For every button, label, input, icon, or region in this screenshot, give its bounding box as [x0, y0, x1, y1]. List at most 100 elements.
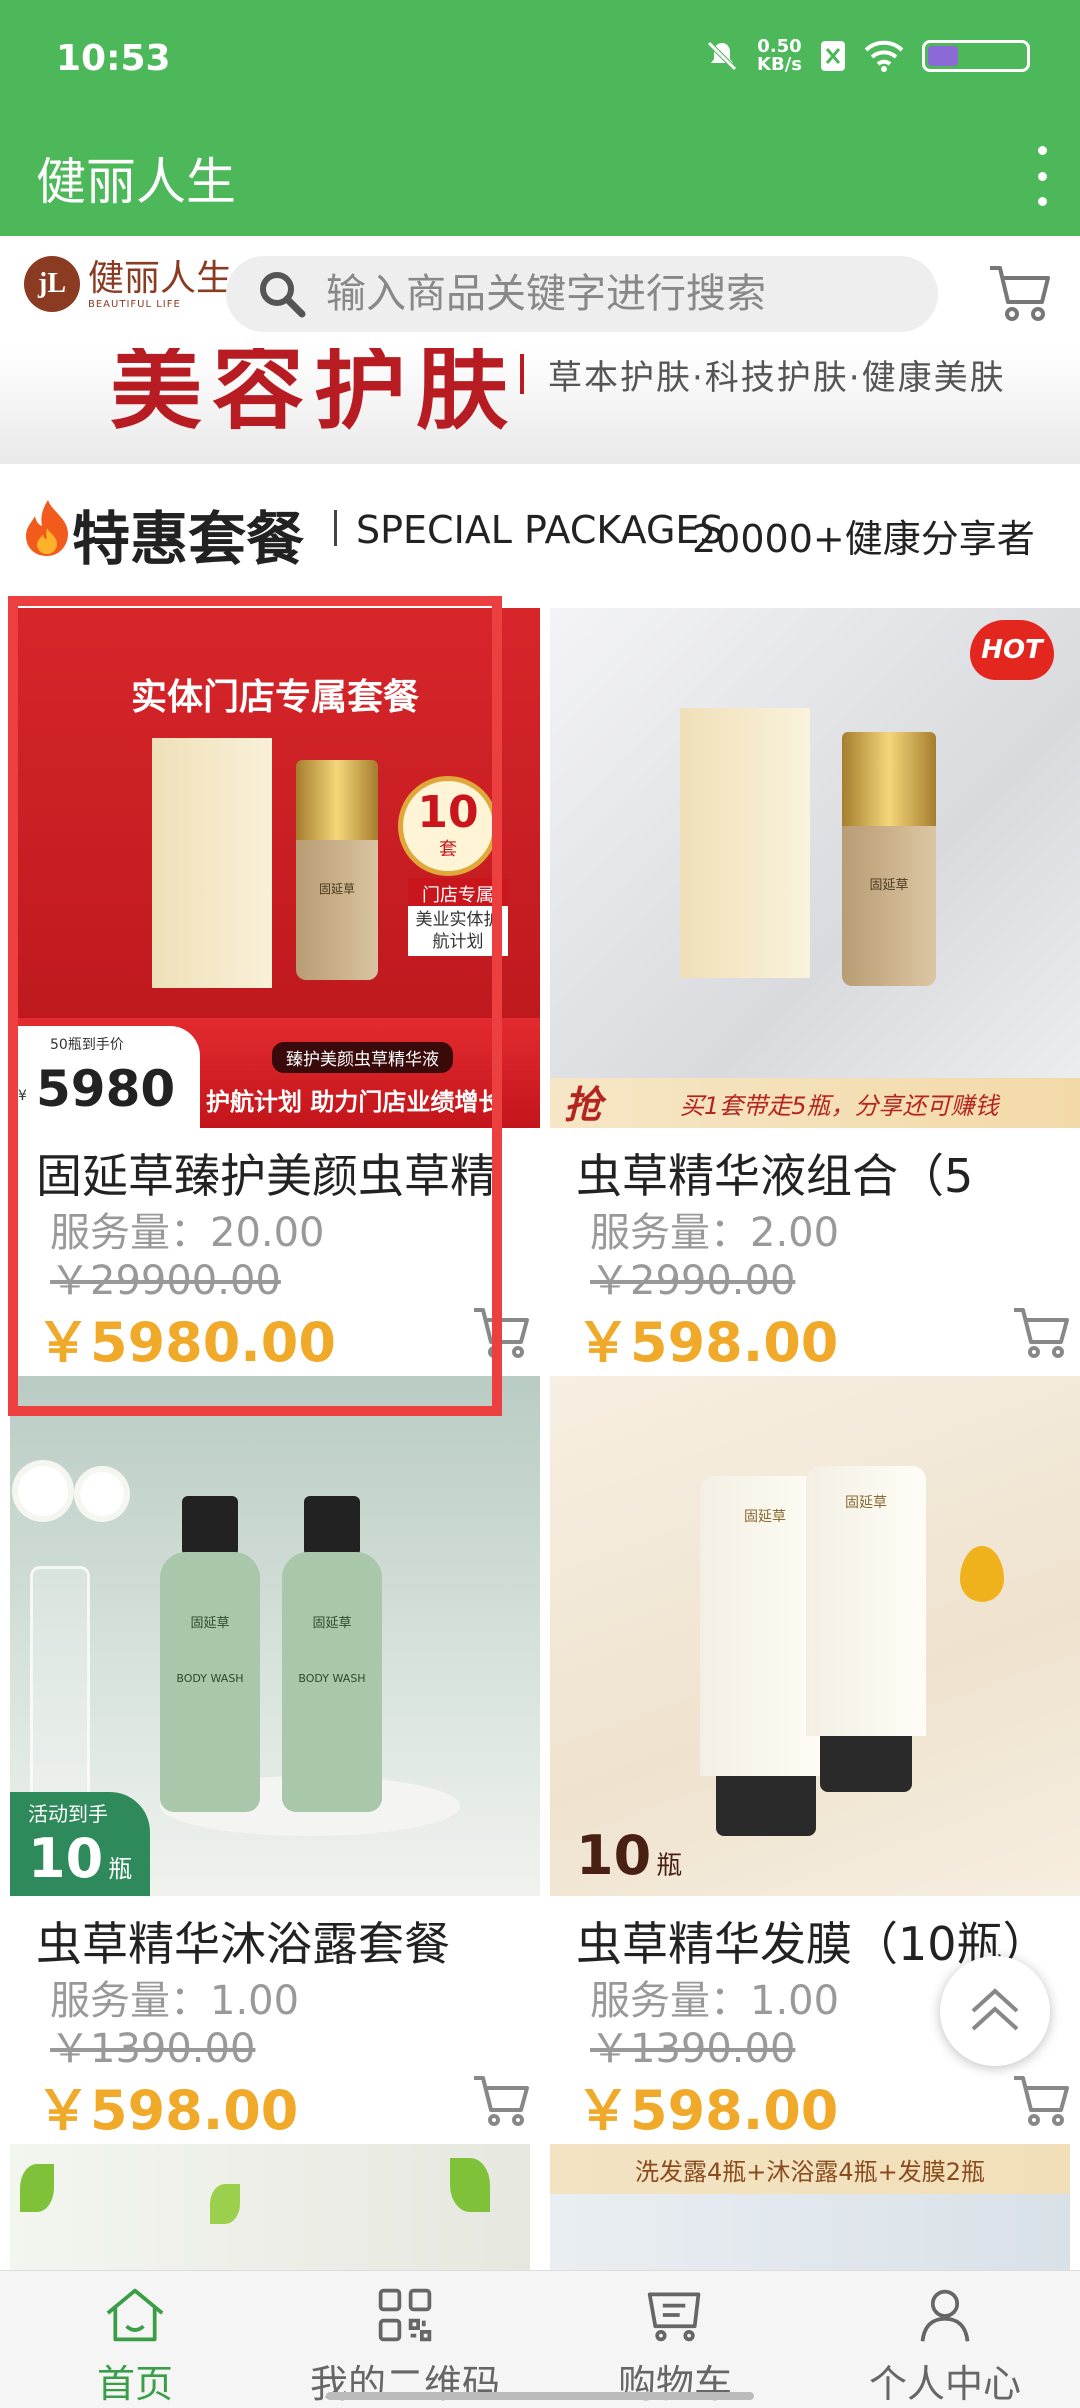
leaf-icon	[450, 2158, 490, 2212]
nav-home-label: 首页	[96, 2362, 173, 2406]
badge-unit: 瓶	[656, 1851, 683, 1881]
product-price: ￥5980.00	[36, 1311, 336, 1374]
pump-cap	[182, 1496, 238, 1556]
user-icon	[920, 2289, 970, 2342]
brand-name-en: BEAUTIFUL LIFE	[88, 298, 181, 310]
brand-name: 健丽人生	[88, 257, 233, 299]
product-image[interactable]: 固延草 固延草 10 瓶	[550, 1376, 1080, 1896]
product-name[interactable]: 虫草精华沐浴露套餐	[36, 1908, 516, 1974]
image-price: 5980	[36, 1060, 176, 1118]
search-box[interactable]	[226, 256, 938, 332]
bottle-cap	[296, 760, 378, 842]
net-speed-unit: KB/s	[757, 54, 802, 75]
product-card[interactable]: 实体门店专属套餐 固延草 10 套 门店专属 美业实体护航计划 50瓶到手价 ¥…	[10, 608, 540, 1374]
product-image[interactable]: 实体门店专属套餐 固延草 10 套 门店专属 美业实体护航计划 50瓶到手价 ¥…	[10, 608, 540, 1128]
bottle-label: BODY WASH	[176, 1672, 244, 1685]
search-input[interactable]	[326, 271, 906, 317]
shower-gel-bottle: 固延草 BODY WASH	[282, 1552, 382, 1812]
brand-logo-mark: jL	[24, 256, 80, 312]
product-card[interactable]: 固延草 BODY WASH 固延草 BODY WASH 活动到手 10 瓶 虫草…	[10, 1376, 540, 2142]
banner-headline: 美容护肤	[110, 348, 519, 442]
app-title: 健丽人生	[36, 153, 236, 211]
search-row: jL 健丽人生 BEAUTIFUL LIFE	[0, 236, 1080, 348]
image-slogan: 买1套带走5瓶，分享还可赚钱	[680, 1092, 999, 1120]
image-caption: 洗发露4瓶+沐浴露4瓶+发膜2瓶	[634, 2158, 986, 2186]
quantity-badge: 10 瓶	[576, 1824, 682, 1887]
bottle-brand: 固延草	[318, 882, 355, 896]
hair-mask-tube: 固延草	[806, 1466, 926, 1736]
tube-cap	[716, 1776, 816, 1836]
price-caption: 50瓶到手价	[50, 1037, 124, 1053]
product-name[interactable]: 虫草精华液组合（5	[576, 1140, 1056, 1206]
battery-fill	[928, 46, 958, 66]
nav-home[interactable]: 首页	[0, 2271, 270, 2408]
store-note: 美业实体护航计划	[408, 906, 508, 956]
status-bar: 10:53 0.50 KB/s	[0, 0, 1080, 118]
grab-label: 抢	[564, 1083, 603, 1127]
daisy-flower	[18, 1466, 68, 1516]
daisy-flower	[80, 1472, 124, 1516]
image-headline: 实体门店专属套餐	[130, 677, 419, 718]
leaf-icon	[210, 2184, 240, 2224]
bottle-label: BODY WASH	[298, 1672, 366, 1685]
cart-icon	[647, 2292, 701, 2342]
image-slogan: 护航计划 助力门店业绩增长	[206, 1088, 503, 1116]
section-header: 特惠套餐 SPECIAL PACKAGES 20000+健康分享者	[0, 480, 1080, 590]
price-card: 50瓶到手价 ¥ 5980	[10, 1026, 200, 1128]
add-to-cart-icon[interactable]	[1012, 2072, 1072, 2128]
shower-gel-bottle: 固延草 BODY WASH	[160, 1552, 260, 1812]
product-caption: 臻护美颜虫草精华液	[272, 1042, 453, 1073]
quantity-badge: 活动到手 10 瓶	[10, 1792, 151, 1896]
add-to-cart-icon[interactable]	[472, 2072, 532, 2128]
section-divider	[334, 510, 337, 546]
nav-qrcode[interactable]: 我的二维码	[270, 2271, 540, 2408]
set-count-badge: 10 套	[398, 776, 498, 876]
product-price: ￥598.00	[36, 2079, 299, 2142]
app-bar: 健丽人生	[0, 118, 1080, 236]
product-image[interactable]: 固延草 BODY WASH 固延草 BODY WASH 活动到手 10 瓶	[10, 1376, 540, 1896]
product-box	[152, 738, 272, 988]
product-image[interactable]: HOT 固延草 抢 买1套带走5瓶，分享还可赚钱	[550, 608, 1080, 1128]
qrcode-icon	[378, 2288, 432, 2342]
bottle-cap	[842, 732, 936, 828]
double-chevron-up-icon	[971, 1988, 1019, 2031]
add-to-cart-icon[interactable]	[1012, 1304, 1072, 1360]
bottle-body: 固延草	[296, 840, 378, 980]
net-speed: 0.50 KB/s	[757, 38, 802, 74]
more-menu-icon[interactable]	[1030, 146, 1054, 206]
banner-subtitle: 草本护肤·科技护肤·健康美肤	[548, 358, 1006, 398]
gesture-bar[interactable]	[326, 2392, 754, 2400]
mute-icon	[707, 41, 737, 71]
oil-drop-icon	[960, 1546, 1004, 1602]
section-subtitle: SPECIAL PACKAGES	[356, 508, 724, 552]
tube-brand: 固延草	[845, 1495, 887, 1511]
bottle-brand: 固延草	[869, 878, 909, 893]
product-price: ￥598.00	[576, 1311, 839, 1374]
bottom-nav: 首页 我的二维码 购物车 个人中心	[0, 2270, 1080, 2408]
nav-profile-label: 个人中心	[868, 2362, 1021, 2406]
badge-count: 10	[576, 1824, 652, 1887]
cart-icon[interactable]	[988, 262, 1052, 322]
section-count: 20000+健康分享者	[692, 517, 1035, 561]
nav-cart[interactable]: 购物车	[540, 2271, 810, 2408]
hot-badge: HOT	[970, 620, 1054, 680]
add-to-cart-icon[interactable]	[472, 1304, 532, 1360]
promo-banner[interactable]: 美容护肤 草本护肤·科技护肤·健康美肤	[0, 348, 1080, 464]
scroll-top-button[interactable]	[940, 1956, 1050, 2066]
product-box	[680, 708, 810, 978]
product-card[interactable]: HOT 固延草 抢 买1套带走5瓶，分享还可赚钱 虫草精华液组合（5 服务量：2…	[550, 608, 1080, 1374]
section-title: 特惠套餐	[72, 505, 305, 573]
flame-icon	[26, 500, 68, 556]
badge-unit: 瓶	[108, 1855, 133, 1883]
bottle-body: 固延草	[842, 826, 936, 986]
badge-count: 10	[28, 1827, 104, 1890]
banner-divider	[520, 354, 524, 394]
product-name[interactable]: 固延草臻护美颜虫草精	[36, 1140, 516, 1206]
product-card[interactable]: 洗发露4瓶+沐浴露4瓶+发膜2瓶	[550, 2144, 1070, 2270]
nav-profile[interactable]: 个人中心	[810, 2271, 1080, 2408]
set-count: 10	[417, 787, 479, 838]
sim-icon	[821, 41, 845, 71]
tube-cap	[820, 1736, 912, 1792]
bottle-brand: 固延草	[312, 1616, 352, 1631]
product-card[interactable]	[10, 2144, 530, 2270]
